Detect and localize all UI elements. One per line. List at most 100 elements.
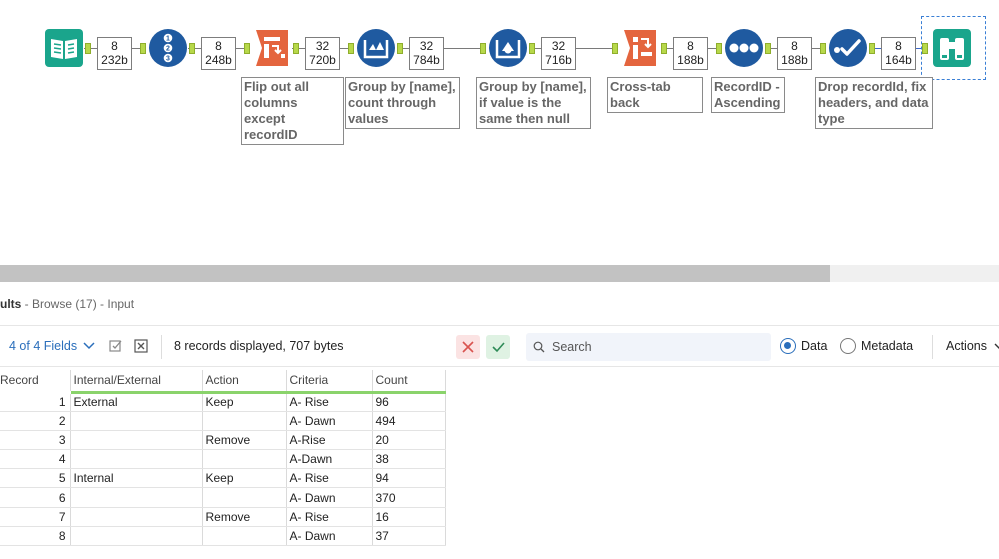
table-row[interactable]: 3 Remove A-Rise 20 [0, 430, 446, 451]
chevron-down-icon [83, 342, 95, 350]
chevron-down-icon [994, 343, 999, 349]
toolbar-divider [161, 335, 162, 359]
fields-dropdown[interactable]: 4 of 4 Fields [9, 339, 95, 353]
selection-outline [921, 16, 986, 80]
badge-bytes: 188b [781, 53, 808, 67]
output-anchor[interactable] [765, 43, 771, 54]
badge-records: 8 [791, 39, 798, 53]
input-anchor[interactable] [244, 43, 250, 54]
output-anchor[interactable] [189, 43, 195, 54]
multi-row-formula-tool[interactable] [356, 28, 396, 68]
column-header-criteria[interactable]: Criteria [286, 370, 373, 394]
svg-text:1: 1 [166, 36, 170, 43]
input-anchor[interactable] [140, 43, 146, 54]
record-id-icon: 1 2 3 [149, 29, 187, 67]
search-icon [533, 341, 545, 353]
annotation-null-duplicates: Group by [name], if value is the same th… [476, 77, 591, 129]
select-check-icon [829, 29, 867, 67]
actions-label: Actions [946, 339, 987, 353]
record-id-tool[interactable]: 1 2 3 [148, 28, 188, 68]
record-count-badge: 32 720b [305, 37, 340, 70]
cell-action: Remove [202, 507, 287, 527]
transpose-icon [256, 30, 288, 66]
cell-criteria: A- Rise [286, 468, 373, 489]
cell-action: Remove [202, 430, 287, 451]
output-anchor[interactable] [293, 43, 299, 54]
column-header-action[interactable]: Action [202, 370, 287, 394]
table-row[interactable]: 1 External Keep A- Rise 96 [0, 392, 446, 412]
annotation-transpose: Flip out all columns except recordID [241, 77, 344, 145]
cell-criteria: A-Dawn [286, 449, 373, 470]
badge-records: 8 [687, 39, 694, 53]
record-count-badge: 8 188b [777, 37, 812, 70]
input-anchor[interactable] [480, 43, 486, 54]
table-row[interactable]: 7 Remove A- Rise 16 [0, 507, 446, 527]
data-radio[interactable] [780, 338, 796, 354]
cell-criteria: A- Rise [286, 392, 373, 412]
badge-bytes: 716b [545, 53, 572, 67]
record-count-badge: 32 784b [409, 37, 444, 70]
table-row[interactable]: 6 A- Dawn 370 [0, 487, 446, 508]
cross-tab-tool[interactable] [620, 28, 660, 68]
search-box[interactable] [526, 333, 771, 361]
deselect-box-icon[interactable] [134, 339, 148, 353]
sort-tool[interactable] [724, 28, 764, 68]
transpose-tool[interactable] [252, 28, 292, 68]
metadata-radio[interactable] [840, 338, 856, 354]
table-row[interactable]: 4 A-Dawn 38 [0, 449, 446, 470]
select-tool[interactable] [828, 28, 868, 68]
input-anchor[interactable] [716, 43, 722, 54]
table-row[interactable]: 5 Internal Keep A- Rise 94 [0, 468, 446, 489]
output-anchor[interactable] [529, 43, 535, 54]
cell-criteria: A- Dawn [286, 526, 373, 547]
table-row[interactable]: 2 A- Dawn 494 [0, 411, 446, 431]
accept-button[interactable] [486, 335, 510, 359]
output-anchor[interactable] [85, 43, 91, 54]
output-anchor[interactable] [661, 43, 667, 54]
actions-dropdown[interactable]: Actions [946, 339, 999, 353]
column-header-internal-external[interactable]: Internal/External [70, 370, 203, 394]
record-count-badge: 8 232b [97, 37, 132, 70]
cell-action [202, 411, 287, 431]
cell-internal-external: Internal [70, 468, 203, 489]
results-title: ults [0, 297, 22, 311]
results-panel-header: ults - Browse (17) - Input [0, 290, 999, 320]
multi-row-formula-icon [357, 29, 395, 67]
badge-bytes: 164b [885, 53, 912, 67]
input-anchor[interactable] [820, 43, 826, 54]
record-count-badge: 32 716b [541, 37, 576, 70]
toolbar-divider [932, 335, 933, 359]
cell-count: 38 [372, 449, 446, 470]
badge-bytes: 188b [677, 53, 704, 67]
cell-record: 2 [0, 411, 71, 431]
edit-checkbox-icon[interactable] [109, 339, 123, 353]
cell-internal-external: External [70, 392, 203, 412]
badge-records: 32 [419, 39, 434, 53]
canvas-horizontal-scrollbar[interactable] [0, 265, 999, 282]
cell-criteria: A- Dawn [286, 411, 373, 431]
scrollbar-thumb[interactable] [0, 265, 830, 282]
cell-action: Keep [202, 392, 287, 412]
column-header-record[interactable]: Record [0, 370, 71, 394]
input-data-tool[interactable] [44, 28, 84, 68]
cell-count: 96 [372, 392, 446, 412]
cross-tab-icon [624, 30, 656, 66]
output-anchor[interactable] [869, 43, 875, 54]
cell-record: 3 [0, 430, 71, 451]
cell-action [202, 487, 287, 508]
record-count-badge: 8 164b [881, 37, 916, 70]
table-row[interactable]: 8 A- Dawn 37 [0, 526, 446, 547]
search-input[interactable] [550, 337, 760, 357]
multi-row-formula-tool[interactable] [488, 28, 528, 68]
badge-bytes: 784b [413, 53, 440, 67]
annotation-cross-tab: Cross-tab back [607, 77, 703, 113]
multi-row-formula-icon [489, 29, 527, 67]
input-anchor[interactable] [348, 43, 354, 54]
reject-button[interactable] [456, 335, 480, 359]
cell-record: 4 [0, 449, 71, 470]
output-anchor[interactable] [397, 43, 403, 54]
workflow-canvas[interactable]: 8 232b 1 2 3 8 248b 32 720b 32 784b 32 7… [0, 0, 999, 265]
column-header-count[interactable]: Count [372, 370, 446, 394]
input-anchor[interactable] [612, 43, 618, 54]
results-grid[interactable]: Record Internal/External Action Criteria… [0, 370, 446, 547]
